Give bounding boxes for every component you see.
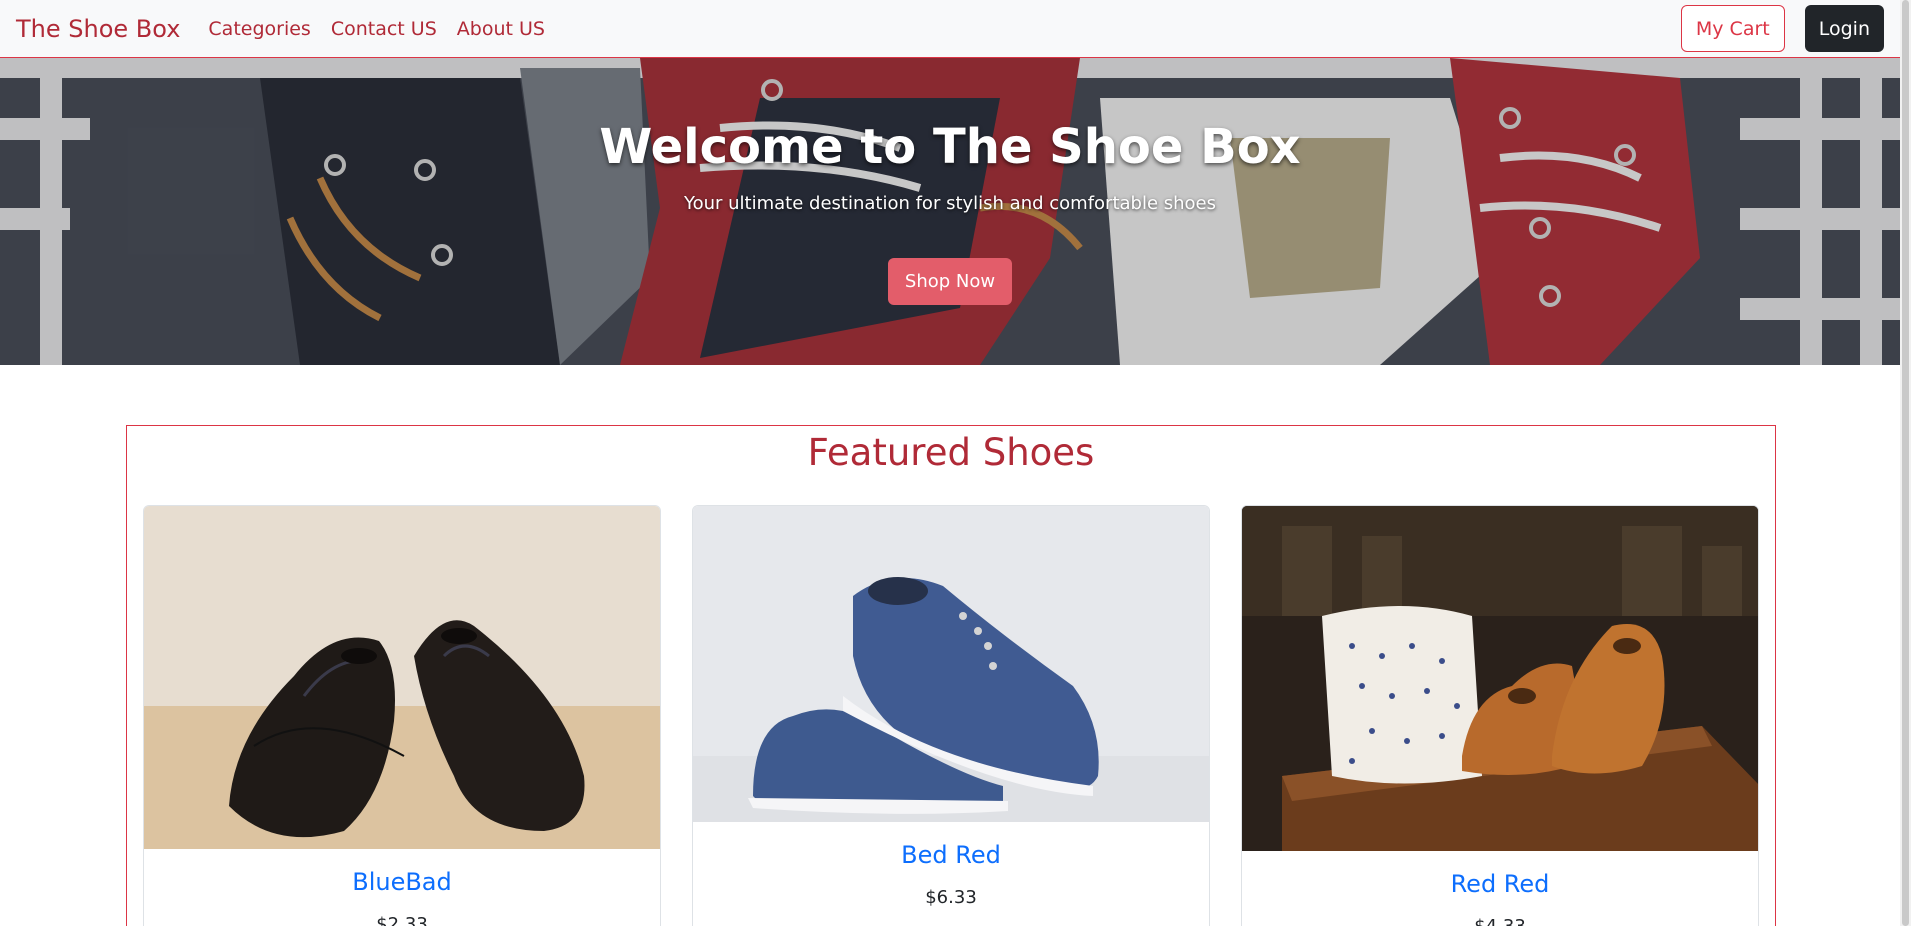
product-price: $6.33 xyxy=(925,887,977,908)
product-name[interactable]: BlueBad xyxy=(144,868,660,896)
featured-heading: Featured Shoes xyxy=(807,431,1095,474)
product-image-blue-sneakers[interactable] xyxy=(693,506,1210,822)
brand-logo-link[interactable]: The Shoe Box xyxy=(16,15,180,43)
shop-now-button[interactable]: Shop Now xyxy=(888,258,1012,305)
product-name[interactable]: Red Red xyxy=(1242,870,1758,898)
hero-content: Welcome to The Shoe Box Your ultimate de… xyxy=(0,58,1900,365)
product-image-black-dress-shoes[interactable] xyxy=(144,506,661,849)
scrollbar-thumb[interactable] xyxy=(1902,0,1909,926)
product-card[interactable]: Bed Red $6.33 xyxy=(692,505,1210,926)
my-cart-button[interactable]: My Cart xyxy=(1680,5,1785,52)
product-price: $2.33 xyxy=(376,914,428,926)
product-card[interactable]: Red Red $4.33 xyxy=(1241,505,1759,926)
nav-link-contact[interactable]: Contact US xyxy=(331,18,437,40)
hero-banner: Welcome to The Shoe Box Your ultimate de… xyxy=(0,58,1900,365)
hero-subtitle: Your ultimate destination for stylish an… xyxy=(683,193,1217,214)
page-scrollbar[interactable] xyxy=(1900,0,1911,926)
product-name[interactable]: Bed Red xyxy=(693,841,1209,869)
featured-shoes-section: Featured Shoes BlueBad $2.33 Bed Red $6.… xyxy=(126,425,1776,926)
nav-link-about[interactable]: About US xyxy=(457,18,545,40)
navbar: The Shoe Box Categories Contact US About… xyxy=(0,0,1900,58)
product-price: $4.33 xyxy=(1242,916,1758,926)
login-button[interactable]: Login xyxy=(1804,5,1884,52)
nav-actions: My Cart Login xyxy=(1680,5,1884,52)
nav-link-categories[interactable]: Categories xyxy=(208,18,310,40)
product-image-brown-oxfords[interactable] xyxy=(1242,506,1759,851)
hero-title: Welcome to The Shoe Box xyxy=(599,119,1301,175)
product-card[interactable]: BlueBad $2.33 xyxy=(143,505,661,926)
